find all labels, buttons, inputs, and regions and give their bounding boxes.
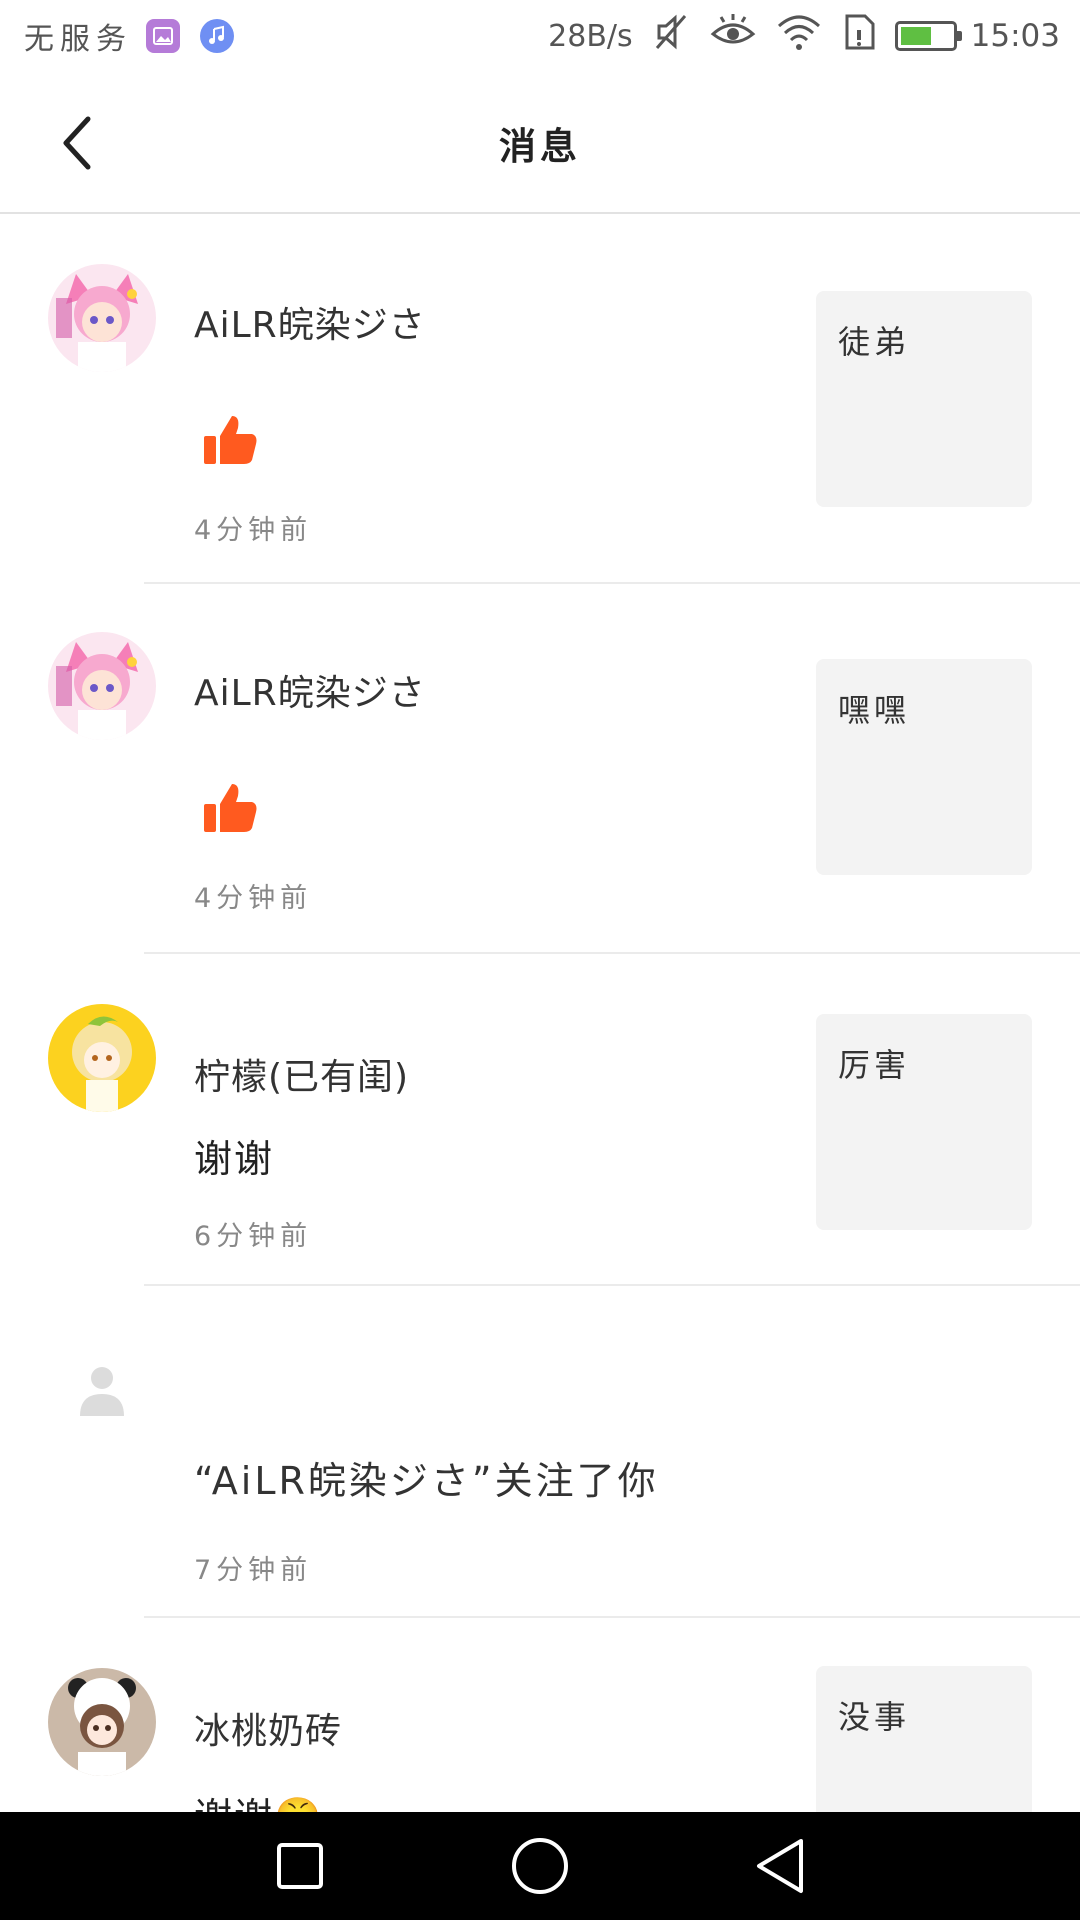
mute-icon [651, 12, 691, 60]
thumbs-up-icon [204, 416, 257, 464]
list-item[interactable]: 柠檬(已有闺) 谢谢 6分钟前 厉害 [0, 954, 1080, 1286]
post-preview[interactable]: 徒弟 [816, 291, 1032, 507]
default-avatar-icon [80, 1367, 124, 1416]
list-item[interactable]: “AiLR皖染ジさ”关注了你 7分钟前 [0, 1286, 1080, 1618]
message-text: 谢谢😤 [194, 1786, 323, 1812]
list-item[interactable]: 冰桃奶砖 谢谢😤 没事 [0, 1618, 1080, 1812]
sender-name[interactable]: 冰桃奶砖 [194, 1702, 342, 1754]
avatar[interactable] [48, 264, 156, 372]
post-preview-text: 嘿嘿 [838, 691, 911, 729]
recent-apps-button[interactable] [260, 1826, 340, 1906]
timestamp: 7分钟前 [194, 1555, 313, 1586]
post-preview[interactable]: 嘿嘿 [816, 659, 1032, 875]
timestamp: 4分钟前 [194, 883, 313, 914]
page-title: 消息 [499, 125, 581, 168]
carrier-label: 无服务 [24, 22, 132, 57]
follow-notification-text[interactable]: “AiLR皖染ジさ”关注了你 [194, 1450, 659, 1505]
battery-level [900, 27, 931, 45]
eye-comfort-icon [709, 12, 757, 60]
net-speed: 28B/s [548, 18, 633, 54]
wifi-icon [775, 12, 823, 60]
post-preview-text: 徒弟 [838, 323, 911, 361]
post-preview[interactable]: 厉害 [816, 1014, 1032, 1230]
system-nav-bar [0, 1812, 1080, 1920]
post-preview-text: 没事 [838, 1698, 911, 1736]
sim-icon [841, 12, 877, 60]
avatar[interactable] [48, 1004, 156, 1112]
sender-name[interactable]: 柠檬(已有闺) [194, 1048, 409, 1100]
avatar[interactable] [48, 1668, 156, 1776]
battery-icon [894, 21, 962, 51]
square-icon [277, 1843, 323, 1889]
sender-name[interactable]: AiLR皖染ジさ [194, 664, 426, 716]
avatar[interactable] [48, 632, 156, 740]
circle-icon [512, 1838, 568, 1894]
message-list[interactable]: AiLR皖染ジさ 4分钟前 徒弟 AiLR皖染ジさ 4分钟前 嘿嘿 柠檬(已有闺… [0, 214, 1080, 1812]
home-button[interactable] [500, 1826, 580, 1906]
thumbs-up-icon [204, 784, 257, 832]
sender-name[interactable]: AiLR皖染ジさ [194, 296, 426, 348]
timestamp: 4分钟前 [194, 515, 313, 546]
clock: 15:03 [970, 18, 1060, 54]
system-back-button[interactable] [740, 1826, 820, 1906]
status-bar: 无服务 28B/s 15:03 [0, 0, 1080, 72]
timestamp: 6分钟前 [194, 1221, 313, 1252]
triangle-back-icon [757, 1839, 803, 1893]
list-item[interactable]: AiLR皖染ジさ 4分钟前 徒弟 [0, 214, 1080, 584]
list-item[interactable]: AiLR皖染ジさ 4分钟前 嘿嘿 [0, 584, 1080, 954]
post-preview-text: 厉害 [838, 1046, 911, 1084]
message-text: 谢谢 [194, 1137, 275, 1181]
post-preview[interactable]: 没事 [816, 1666, 1032, 1812]
gallery-app-icon [146, 19, 180, 53]
music-app-icon [200, 19, 234, 53]
header: 消息 [0, 72, 1080, 214]
